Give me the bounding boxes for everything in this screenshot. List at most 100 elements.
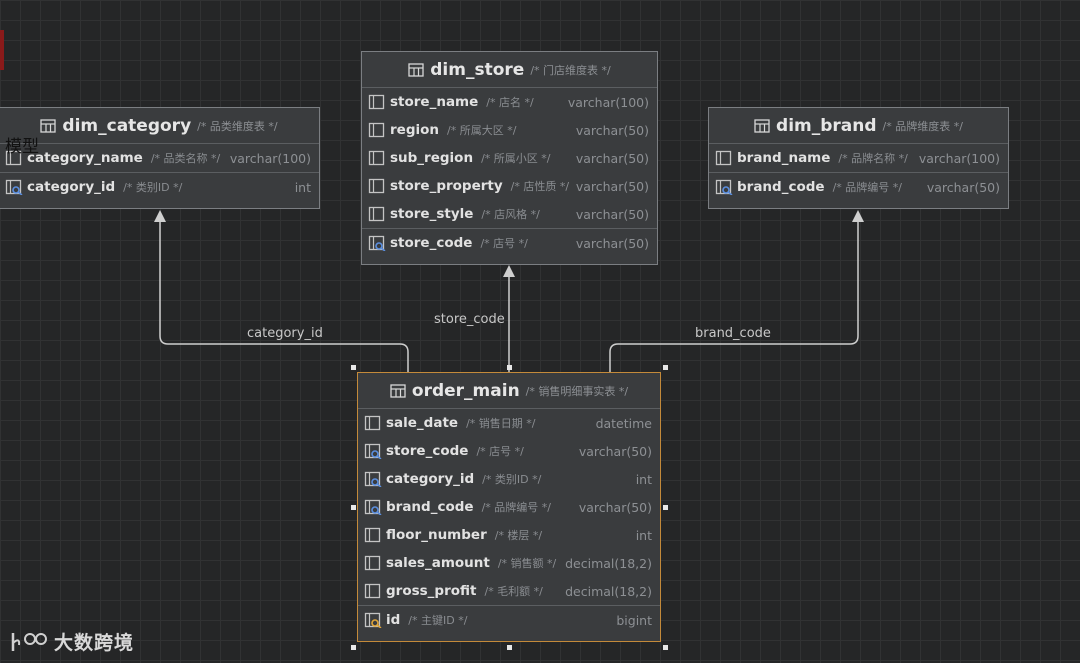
column-row-store-property[interactable]: store_property /* 店性质 */ varchar(50) [362,172,657,200]
column-row-sale-date[interactable]: sale_date /* 销售日期 */ datetime [358,409,660,437]
column-row-category-name[interactable]: category_name /* 品类名称 */ varchar(100) [0,144,319,172]
table-order-main[interactable]: order_main /* 销售明细事实表 */ sale_date /* 销售日期 … [357,372,661,642]
column-icon [368,94,390,110]
column-comment: /* 所属小区 */ [481,152,551,165]
column-row-category-id[interactable]: category_id /* 类别ID */ int [0,172,319,201]
link-brand-arrow [852,210,864,222]
table-title: dim_brand [776,115,877,136]
link-category-arrow [154,210,166,222]
key-column-icon [5,179,27,195]
link-store-arrow [503,265,515,277]
column-comment: /* 毛利额 */ [484,585,543,598]
table-comment: /* 销售明细事实表 */ [525,384,629,398]
table-icon [408,62,424,77]
column-row-sales-amount[interactable]: sales_amount /* 销售额 */ decimal(18,2) [358,549,660,577]
column-type: varchar(50) [926,179,1000,195]
table-dim-brand[interactable]: dim_brand /* 品牌维度表 */ brand_name /* 品牌名称 */… [708,107,1009,209]
column-comment: /* 销售日期 */ [466,417,536,430]
column-comment: /* 楼层 */ [494,529,543,542]
column-type: varchar(100) [229,150,311,166]
column-type: varchar(50) [578,499,652,515]
column-name: brand_code [386,499,474,515]
resize-handle-tl[interactable] [351,365,356,370]
column-comment: /* 品牌编号 */ [481,501,551,514]
column-row-store-style[interactable]: store_style /* 店风格 */ varchar(50) [362,200,657,228]
column-name: store_code [386,443,469,459]
resize-handle-l[interactable] [351,505,356,510]
table-dim-category[interactable]: dim_category /* 品类维度表 */ category_name /* 品… [0,107,320,209]
resize-handle-r[interactable] [663,505,668,510]
column-icon [368,122,390,138]
column-row-store-code[interactable]: store_code /* 店号 */ varchar(50) [358,437,660,465]
column-type: int [635,527,652,543]
column-name: sales_amount [386,555,490,571]
table-header[interactable]: dim_brand /* 品牌维度表 */ [709,108,1008,144]
column-type: varchar(100) [918,150,1000,166]
column-row-store-code[interactable]: store_code /* 店号 */ varchar(50) [362,228,657,257]
column-name: category_id [386,471,475,487]
column-icon [368,178,390,194]
column-type: varchar(50) [575,206,649,222]
column-row-category-id[interactable]: category_id /* 类别ID */ int [358,465,660,493]
column-comment: /* 店号 */ [480,237,528,250]
table-header[interactable]: order_main /* 销售明细事实表 */ [358,373,660,409]
resize-handle-br[interactable] [663,645,668,650]
column-comment: /* 销售额 */ [497,557,557,570]
table-title: dim_store [430,59,525,80]
column-icon [364,527,386,543]
column-name: store_property [390,178,503,194]
table-comment: /* 品类维度表 */ [197,119,278,133]
resize-handle-t[interactable] [507,365,512,370]
column-type: varchar(50) [578,443,652,459]
column-row-region[interactable]: region /* 所属大区 */ varchar(50) [362,116,657,144]
column-comment: /* 类别ID */ [123,181,183,194]
watermark-logo: 大数跨境 [10,628,134,655]
column-icon [364,583,386,599]
column-icon [368,150,390,166]
column-comment: /* 类别ID */ [482,473,542,486]
column-type: varchar(50) [575,122,649,138]
column-type: int [635,471,652,487]
column-row-gross-profit[interactable]: gross_profit /* 毛利额 */ decimal(18,2) [358,577,660,605]
column-type: datetime [595,415,652,431]
table-header[interactable]: dim_category /* 品类维度表 */ [0,108,319,144]
column-row-sub-region[interactable]: sub_region /* 所属小区 */ varchar(50) [362,144,657,172]
primary-key-icon [364,612,386,628]
foreign-key-icon [364,443,386,459]
column-icon [368,206,390,222]
column-comment: /* 品牌编号 */ [832,181,902,194]
column-comment: /* 店性质 */ [510,180,570,193]
resize-handle-b[interactable] [507,645,512,650]
table-comment: /* 门店维度表 */ [530,63,611,77]
column-comment: /* 所属大区 */ [447,124,517,137]
table-dim-store[interactable]: dim_store /* 门店维度表 */ store_name /* 店名 */ va… [361,51,658,265]
column-row-brand-code[interactable]: brand_code /* 品牌编号 */ varchar(50) [358,493,660,521]
column-comment: /* 主键ID */ [408,614,468,627]
table-title: order_main [411,380,520,401]
column-comment: /* 店名 */ [486,96,534,109]
resize-handle-bl[interactable] [351,645,356,650]
table-comment: /* 品牌维度表 */ [882,119,963,133]
column-type: decimal(18,2) [565,583,652,599]
column-icon [364,415,386,431]
column-type: int [294,179,311,195]
column-row-brand-code[interactable]: brand_code /* 品牌编号 */ varchar(50) [709,172,1008,201]
table-icon [754,118,770,133]
column-icon [715,150,737,166]
key-column-icon [715,179,737,195]
column-name: sub_region [390,150,474,166]
table-header[interactable]: dim_store /* 门店维度表 */ [362,52,657,88]
column-row-floor-number[interactable]: floor_number /* 楼层 */ int [358,521,660,549]
column-row-brand-name[interactable]: brand_name /* 品牌名称 */ varchar(100) [709,144,1008,172]
column-row-store-name[interactable]: store_name /* 店名 */ varchar(100) [362,88,657,116]
column-name: brand_name [737,150,831,166]
overlay-text: 模型 [5,137,39,157]
column-row-id[interactable]: id /* 主键ID */ bigint [358,605,660,634]
table-icon [390,383,406,398]
column-name: category_name [27,150,143,166]
resize-handle-tr[interactable] [663,365,668,370]
column-name: store_code [390,235,473,251]
column-type: varchar(100) [567,94,649,110]
column-icon [364,555,386,571]
column-name: store_style [390,206,474,222]
